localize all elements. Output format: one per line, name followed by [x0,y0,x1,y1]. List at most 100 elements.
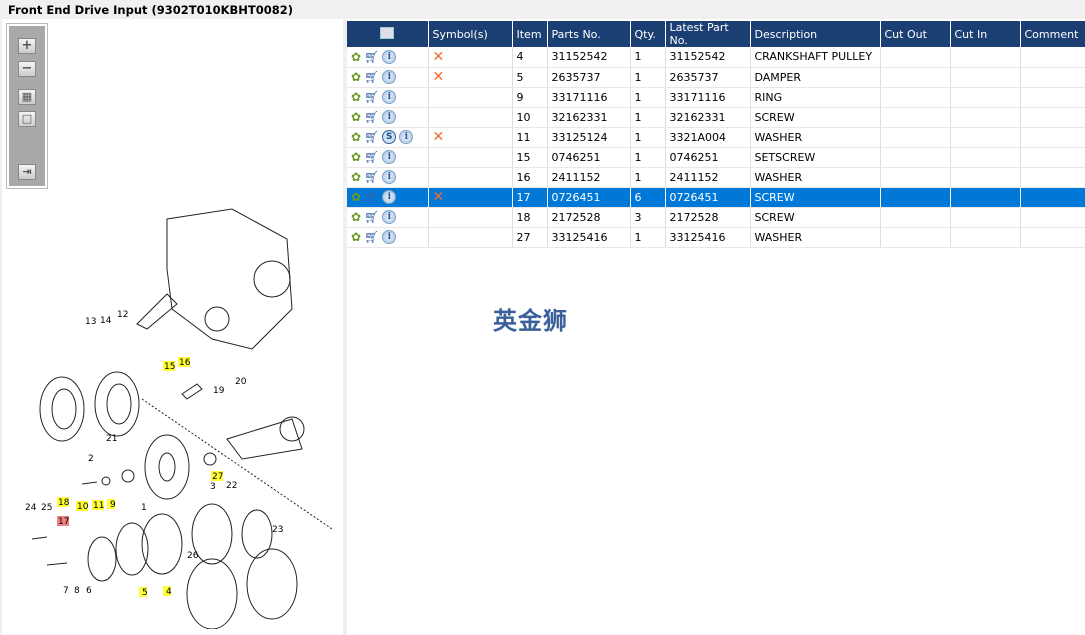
info-icon[interactable]: i [382,150,397,164]
callout-label[interactable]: 9 [110,500,116,510]
callout-label[interactable]: 26 [187,551,199,561]
table-row[interactable]: ✿ 🛒︎ i 27 33125416 1 33125416 WASHER [347,227,1085,248]
supersession-icon[interactable]: S [382,130,397,144]
callout-label[interactable]: 21 [106,434,117,444]
cart-icon[interactable]: 🛒︎ [364,70,379,84]
gear-icon[interactable]: ✿ [351,190,361,204]
callout-label[interactable]: 16 [179,358,191,368]
cell-part: 33125124 [547,127,631,148]
callout-label[interactable]: 17 [58,517,69,527]
callout-label[interactable]: 18 [58,498,70,508]
cell-desc: WASHER [750,127,881,148]
column-header-actions[interactable] [347,21,429,47]
actual-size-button[interactable]: □ [18,111,36,127]
zoom-out-button[interactable]: − [18,61,36,77]
cart-icon[interactable]: 🛒︎ [364,130,379,144]
cell-comment [1020,147,1085,168]
table-row[interactable]: ✿ 🛒︎ i 16 2411152 1 2411152 WASHER [347,167,1085,188]
cell-cut_in [950,187,1021,208]
cell-cut_in [950,87,1021,108]
info-icon[interactable]: i [382,49,397,64]
callout-label[interactable]: 10 [77,502,89,512]
info-icon[interactable]: i [382,210,397,224]
info-icon[interactable]: i [382,70,397,84]
fit-view-button[interactable]: ▦ [18,89,36,105]
cell-desc: DAMPER [750,67,881,88]
gear-icon[interactable]: ✿ [351,50,361,64]
cell-cut_in [950,147,1021,168]
table-row[interactable]: ✿ 🛒︎ i ✕ 17 0726451 6 0726451 SCREW [347,187,1085,208]
cell-cut_in [950,67,1021,88]
column-header-parts-no-[interactable]: Parts No. [547,21,631,47]
column-header-description[interactable]: Description [750,21,881,47]
cart-icon[interactable]: 🛒︎ [364,110,379,124]
gear-icon[interactable]: ✿ [351,210,361,224]
gear-icon[interactable]: ✿ [351,70,361,84]
callout-label[interactable]: 13 [85,317,96,327]
table-row[interactable]: ✿ 🛒︎ i 18 2172528 3 2172528 SCREW [347,207,1085,228]
callout-label[interactable]: 3 [210,482,216,492]
gear-icon[interactable]: ✿ [351,90,361,104]
cart-icon[interactable]: 🛒︎ [364,170,379,184]
info-icon[interactable]: i [399,130,414,144]
column-header-cut-out[interactable]: Cut Out [880,21,951,47]
gear-icon[interactable]: ✿ [351,230,361,244]
info-icon[interactable]: i [382,230,397,244]
table-row[interactable]: ✿ 🛒︎ i 10 32162331 1 32162331 SCREW [347,107,1085,128]
callout-label[interactable]: 23 [272,525,283,535]
callout-label[interactable]: 20 [235,377,247,387]
table-row[interactable]: ✿ 🛒︎ i 9 33171116 1 33171116 RING [347,87,1085,108]
export-button[interactable]: ⇥ [18,164,36,180]
zoom-in-button[interactable]: + [18,38,36,54]
callout-label[interactable]: 1 [141,503,147,513]
callout-label[interactable]: 4 [166,587,172,597]
callout-label[interactable]: 14 [100,316,112,326]
column-header-qty-[interactable]: Qty. [630,21,666,47]
info-icon[interactable]: i [382,170,397,184]
callout-label[interactable]: 5 [142,588,148,598]
cell-comment [1020,47,1085,68]
table-row[interactable]: ✿ 🛒︎ i 15 0746251 1 0746251 SETSCREW [347,147,1085,168]
callout-label[interactable]: 27 [212,472,223,482]
cart-icon[interactable]: 🛒︎ [364,230,379,244]
cart-icon[interactable]: 🛒︎ [364,150,379,164]
table-row[interactable]: ✿ 🛒︎ Si ✕ 11 33125124 1 3321A004 WASHER [347,127,1085,148]
column-header-cut-in[interactable]: Cut In [950,21,1021,47]
info-icon[interactable]: i [382,190,397,204]
cell-latest: 31152542 [665,47,751,68]
callout-label[interactable]: 19 [213,386,225,396]
symbol-cell [428,167,513,188]
cell-part: 0746251 [547,147,631,168]
info-icon[interactable]: i [382,110,397,124]
column-search-icon[interactable] [380,26,395,39]
column-header-comment[interactable]: Comment [1020,21,1085,47]
callout-label[interactable]: 8 [74,586,80,596]
callout-label[interactable]: 25 [41,503,52,513]
table-row[interactable]: ✿ 🛒︎ i ✕ 5 2635737 1 2635737 DAMPER [347,67,1085,88]
cell-item: 11 [512,127,548,148]
cart-icon[interactable]: 🛒︎ [364,90,379,104]
gear-icon[interactable]: ✿ [351,130,361,144]
callout-label[interactable]: 2 [88,454,94,464]
info-icon[interactable]: i [382,90,397,104]
column-header-item[interactable]: Item [512,21,548,47]
callout-label[interactable]: 11 [93,501,104,511]
gear-icon[interactable]: ✿ [351,170,361,184]
callout-label[interactable]: 24 [25,503,37,513]
cart-icon[interactable]: 🛒︎ [364,50,379,64]
gear-icon[interactable]: ✿ [351,110,361,124]
callout-label[interactable]: 15 [164,362,175,372]
callout-label[interactable]: 7 [63,586,69,596]
cell-comment [1020,107,1085,128]
table-row[interactable]: ✿ 🛒︎ i ✕ 4 31152542 1 31152542 CRANKSHAFT PULLEY [347,47,1085,68]
cell-cut_out [880,147,951,168]
row-actions: ✿ 🛒︎ i [347,207,429,228]
cart-icon[interactable]: 🛒︎ [364,190,379,204]
gear-icon[interactable]: ✿ [351,150,361,164]
cart-icon[interactable]: 🛒︎ [364,210,379,224]
column-header-latest-part-no-[interactable]: Latest Part No. [665,21,751,47]
column-header-symbol-s-[interactable]: Symbol(s) [428,21,513,47]
callout-label[interactable]: 6 [86,586,92,596]
callout-label[interactable]: 22 [226,481,237,491]
callout-label[interactable]: 12 [117,310,128,320]
